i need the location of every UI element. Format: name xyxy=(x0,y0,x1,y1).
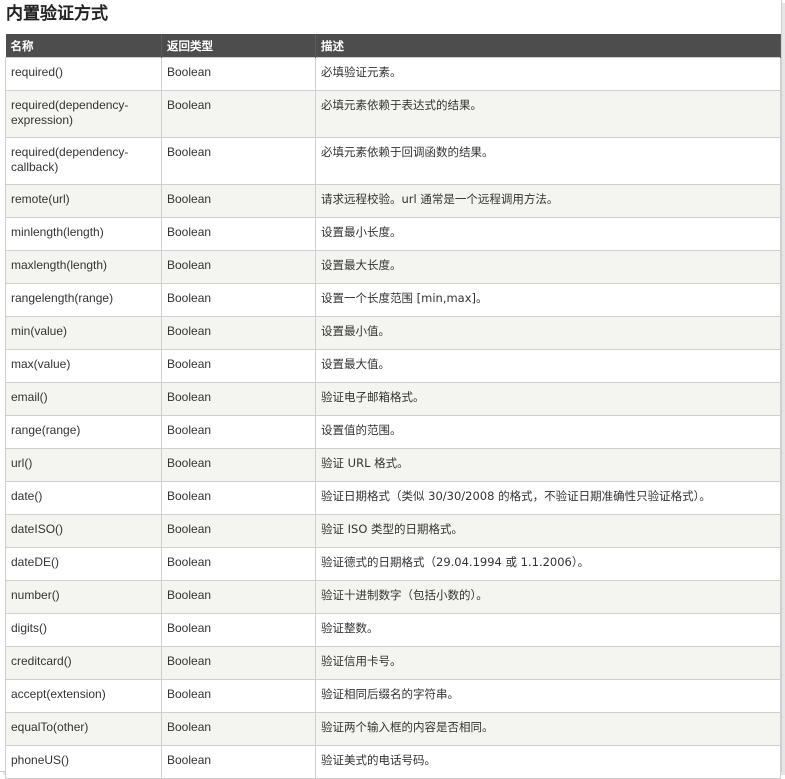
table-row: maxlength(length) Boolean 设置最大长度。 xyxy=(5,250,781,284)
method-description: 设置最小值。 xyxy=(315,316,781,350)
method-name: rangelength(range) xyxy=(5,283,162,317)
return-type: Boolean xyxy=(161,382,316,416)
method-name: accept(extension) xyxy=(5,679,162,713)
table-row: number() Boolean 验证十进制数字（包括小数的）。 xyxy=(5,580,781,614)
return-type: Boolean xyxy=(161,184,316,218)
method-description: 验证信用卡号。 xyxy=(315,646,781,680)
return-type: Boolean xyxy=(161,613,316,647)
method-name: required(dependency-callback) xyxy=(5,137,162,185)
method-name: creditcard() xyxy=(5,646,162,680)
table-row: minlength(length) Boolean 设置最小长度。 xyxy=(5,217,781,251)
method-name: digits() xyxy=(5,613,162,647)
page-title: 内置验证方式 xyxy=(6,4,108,24)
return-type: Boolean xyxy=(161,415,316,449)
method-name: minlength(length) xyxy=(5,217,162,251)
return-type: Boolean xyxy=(161,679,316,713)
method-description: 验证十进制数字（包括小数的）。 xyxy=(315,580,781,614)
method-name: equalTo(other) xyxy=(5,712,162,746)
method-description: 设置最小长度。 xyxy=(315,217,781,251)
return-type: Boolean xyxy=(161,514,316,548)
table-row: digits() Boolean 验证整数。 xyxy=(5,613,781,647)
method-description: 验证整数。 xyxy=(315,613,781,647)
table-row: accept(extension) Boolean 验证相同后缀名的字符串。 xyxy=(5,679,781,713)
header-return-type: 返回类型 xyxy=(161,34,316,58)
method-description: 验证两个输入框的内容是否相同。 xyxy=(315,712,781,746)
method-name: date() xyxy=(5,481,162,515)
method-description: 验证 URL 格式。 xyxy=(315,448,781,482)
return-type: Boolean xyxy=(161,137,316,185)
method-name: range(range) xyxy=(5,415,162,449)
table-row: range(range) Boolean 设置值的范围。 xyxy=(5,415,781,449)
method-description: 验证相同后缀名的字符串。 xyxy=(315,679,781,713)
method-name: number() xyxy=(5,580,162,614)
method-name: dateISO() xyxy=(5,514,162,548)
table-body: required() Boolean 必填验证元素。 required(depe… xyxy=(5,57,781,779)
table-row: remote(url) Boolean 请求远程校验。url 通常是一个远程调用… xyxy=(5,184,781,218)
method-name: required(dependency-expression) xyxy=(5,90,162,138)
return-type: Boolean xyxy=(161,217,316,251)
return-type: Boolean xyxy=(161,448,316,482)
return-type: Boolean xyxy=(161,57,316,91)
method-description: 设置最大值。 xyxy=(315,349,781,383)
header-name: 名称 xyxy=(5,34,162,58)
method-description: 验证德式的日期格式（29.04.1994 或 1.1.2006）。 xyxy=(315,547,781,581)
return-type: Boolean xyxy=(161,580,316,614)
table-row: required() Boolean 必填验证元素。 xyxy=(5,57,781,91)
method-description: 请求远程校验。url 通常是一个远程调用方法。 xyxy=(315,184,781,218)
header-description: 描述 xyxy=(315,34,781,58)
table-row: phoneUS() Boolean 验证美式的电话号码。 xyxy=(5,745,781,779)
table-row: min(value) Boolean 设置最小值。 xyxy=(5,316,781,350)
method-name: min(value) xyxy=(5,316,162,350)
method-description: 必填元素依赖于表达式的结果。 xyxy=(315,90,781,138)
method-description: 验证 ISO 类型的日期格式。 xyxy=(315,514,781,548)
method-name: required() xyxy=(5,57,162,91)
return-type: Boolean xyxy=(161,316,316,350)
return-type: Boolean xyxy=(161,712,316,746)
table-row: required(dependency-expression) Boolean … xyxy=(5,90,781,138)
return-type: Boolean xyxy=(161,481,316,515)
validation-methods-table: 名称 返回类型 描述 required() Boolean 必填验证元素。 re… xyxy=(5,34,781,779)
method-name: email() xyxy=(5,382,162,416)
method-description: 必填元素依赖于回调函数的结果。 xyxy=(315,137,781,185)
method-description: 验证日期格式（类似 30/30/2008 的格式，不验证日期准确性只验证格式）。 xyxy=(315,481,781,515)
method-description: 设置一个长度范围 [min,max]。 xyxy=(315,283,781,317)
method-description: 设置最大长度。 xyxy=(315,250,781,284)
table-row: creditcard() Boolean 验证信用卡号。 xyxy=(5,646,781,680)
table-row: required(dependency-callback) Boolean 必填… xyxy=(5,137,781,185)
method-name: dateDE() xyxy=(5,547,162,581)
table-header: 名称 返回类型 描述 xyxy=(5,34,781,58)
return-type: Boolean xyxy=(161,547,316,581)
table-row: dateISO() Boolean 验证 ISO 类型的日期格式。 xyxy=(5,514,781,548)
table-row: url() Boolean 验证 URL 格式。 xyxy=(5,448,781,482)
table-row: max(value) Boolean 设置最大值。 xyxy=(5,349,781,383)
table-row: date() Boolean 验证日期格式（类似 30/30/2008 的格式，… xyxy=(5,481,781,515)
return-type: Boolean xyxy=(161,283,316,317)
table-row: email() Boolean 验证电子邮箱格式。 xyxy=(5,382,781,416)
table-row: rangelength(range) Boolean 设置一个长度范围 [min… xyxy=(5,283,781,317)
method-name: url() xyxy=(5,448,162,482)
method-description: 验证美式的电话号码。 xyxy=(315,745,781,779)
table-row: equalTo(other) Boolean 验证两个输入框的内容是否相同。 xyxy=(5,712,781,746)
return-type: Boolean xyxy=(161,90,316,138)
table-row: dateDE() Boolean 验证德式的日期格式（29.04.1994 或 … xyxy=(5,547,781,581)
method-description: 验证电子邮箱格式。 xyxy=(315,382,781,416)
return-type: Boolean xyxy=(161,745,316,779)
return-type: Boolean xyxy=(161,349,316,383)
method-name: phoneUS() xyxy=(5,745,162,779)
method-name: maxlength(length) xyxy=(5,250,162,284)
method-name: max(value) xyxy=(5,349,162,383)
method-description: 必填验证元素。 xyxy=(315,57,781,91)
method-name: remote(url) xyxy=(5,184,162,218)
return-type: Boolean xyxy=(161,250,316,284)
return-type: Boolean xyxy=(161,646,316,680)
method-description: 设置值的范围。 xyxy=(315,415,781,449)
